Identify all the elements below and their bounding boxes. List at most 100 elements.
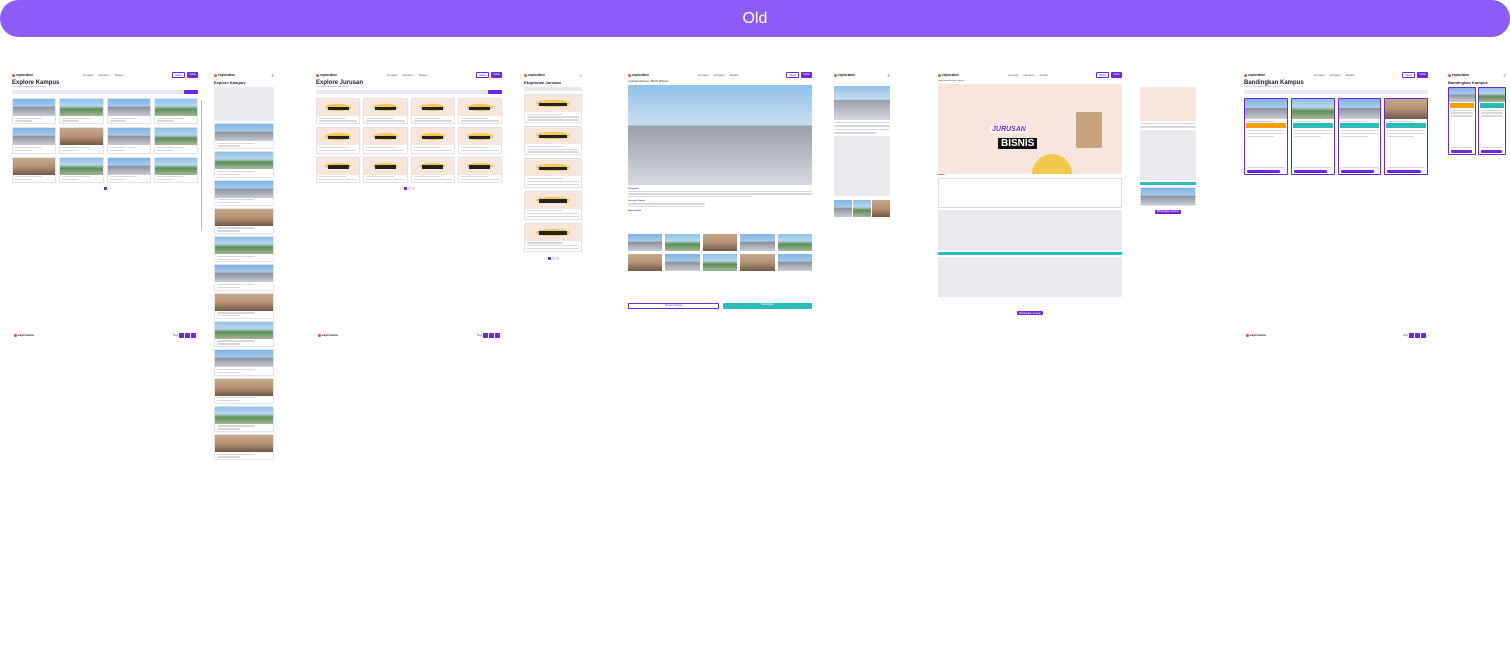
campus-card[interactable]: [214, 349, 274, 376]
page-button[interactable]: [103, 186, 107, 190]
gallery-image[interactable]: [777, 233, 812, 251]
option-button[interactable]: [1386, 123, 1426, 129]
gallery-image[interactable]: [872, 199, 890, 217]
nav-link-kampus[interactable]: Kampus: [713, 73, 724, 77]
major-card[interactable]: [410, 127, 455, 154]
tab-strip[interactable]: [1140, 181, 1196, 185]
nav-link-artikel[interactable]: Artikel: [418, 73, 426, 77]
campus-card[interactable]: [214, 405, 274, 433]
search-input[interactable]: [1244, 90, 1428, 94]
campus-card[interactable]: [106, 156, 151, 183]
search-input[interactable]: [316, 90, 502, 94]
nav-link-kampus[interactable]: Kampus: [1329, 73, 1340, 77]
logo[interactable]: exploration: [1244, 73, 1265, 77]
campus-card[interactable]: [214, 434, 274, 461]
daftar-button[interactable]: Daftar: [491, 72, 502, 78]
instagram-icon[interactable]: [1409, 332, 1414, 338]
filter-panel[interactable]: [214, 87, 274, 121]
daftar-button[interactable]: Daftar: [187, 72, 198, 78]
select-button[interactable]: [1340, 169, 1374, 173]
select-button[interactable]: [1293, 169, 1328, 173]
logo[interactable]: exploration: [12, 73, 33, 77]
campus-card[interactable]: [12, 127, 57, 154]
compare-major-button[interactable]: Bandingkan Jurusan: [1017, 311, 1043, 315]
twitter-icon[interactable]: [1415, 332, 1420, 338]
major-card[interactable]: [316, 127, 361, 154]
logo[interactable]: exploration: [316, 73, 337, 77]
scrollbar[interactable]: [201, 100, 202, 230]
gallery-image[interactable]: [628, 233, 663, 251]
gallery-image[interactable]: [665, 253, 700, 271]
nav-link-jurusan[interactable]: Jurusan: [387, 73, 398, 77]
nav-link-artikel[interactable]: Artikel: [1345, 73, 1353, 77]
faq-link[interactable]: FAQ: [173, 334, 178, 337]
instagram-icon[interactable]: [483, 332, 488, 338]
campus-card[interactable]: [214, 151, 274, 178]
campus-card[interactable]: [1140, 186, 1196, 206]
select-button[interactable]: [1481, 149, 1502, 153]
campus-card[interactable]: [59, 127, 104, 154]
menu-icon[interactable]: ≡: [1504, 73, 1506, 78]
gallery-image[interactable]: [777, 253, 812, 271]
option-button[interactable]: [1480, 103, 1504, 108]
page-button[interactable]: [403, 186, 407, 190]
gallery-image[interactable]: [740, 233, 775, 251]
daftar-button[interactable]: Daftar: [1111, 72, 1122, 78]
menu-icon[interactable]: ≡: [888, 73, 890, 78]
campus-card[interactable]: [12, 156, 57, 183]
nav-link-jurusan[interactable]: Jurusan: [1314, 73, 1325, 77]
save-campus-button[interactable]: Simpan Kampus: [628, 302, 719, 309]
major-card[interactable]: [363, 98, 408, 125]
major-card[interactable]: [457, 156, 502, 183]
daftar-button[interactable]: Daftar: [1417, 72, 1428, 78]
major-card[interactable]: [524, 222, 582, 252]
campus-card[interactable]: [106, 98, 151, 125]
search-button[interactable]: [488, 90, 502, 94]
nav-link-kampus[interactable]: Kampus: [1023, 73, 1034, 77]
campus-card[interactable]: [59, 156, 104, 183]
menu-icon[interactable]: ≡: [580, 73, 582, 78]
logo[interactable]: exploration: [938, 73, 959, 77]
campus-card[interactable]: [214, 377, 274, 404]
twitter-icon[interactable]: [185, 332, 190, 338]
page-button[interactable]: [551, 256, 555, 260]
instagram-icon[interactable]: [179, 332, 184, 338]
select-button[interactable]: [1451, 149, 1472, 153]
logo[interactable]: exploration: [834, 73, 855, 77]
nav-link-kampus[interactable]: Kampus: [402, 73, 413, 77]
page-button[interactable]: [407, 186, 411, 190]
nav-link-jurusan[interactable]: Jurusan: [1008, 73, 1019, 77]
major-card[interactable]: [316, 98, 361, 125]
major-card[interactable]: [363, 156, 408, 183]
logo[interactable]: exploration: [214, 73, 235, 77]
masuk-button[interactable]: Masuk: [1402, 72, 1416, 78]
campus-card[interactable]: [214, 236, 274, 263]
gallery-image[interactable]: [628, 253, 663, 271]
youtube-icon[interactable]: [191, 332, 196, 338]
major-card[interactable]: [363, 127, 408, 154]
major-card[interactable]: [457, 98, 502, 125]
page-button[interactable]: [547, 256, 551, 260]
page-button[interactable]: [411, 186, 415, 190]
search-button[interactable]: [184, 90, 198, 94]
campus-card[interactable]: [214, 123, 274, 150]
campus-card[interactable]: [214, 320, 274, 348]
campus-card[interactable]: [59, 98, 104, 125]
masuk-button[interactable]: Masuk: [172, 72, 186, 78]
nav-link-artikel[interactable]: Artikel: [114, 73, 122, 77]
major-card[interactable]: [524, 126, 582, 156]
nav-link-artikel[interactable]: Artikel: [729, 73, 737, 77]
gallery-image[interactable]: [853, 199, 871, 217]
nav-link-jurusan[interactable]: Jurusan: [83, 73, 94, 77]
tab-strip[interactable]: [938, 252, 1122, 255]
search-input[interactable]: [524, 87, 582, 91]
faq-link[interactable]: FAQ: [477, 334, 482, 337]
page-button[interactable]: [555, 256, 559, 260]
search-input[interactable]: [12, 90, 198, 94]
gallery-image[interactable]: [740, 253, 775, 271]
campus-card[interactable]: [214, 292, 274, 319]
gallery-image[interactable]: [702, 233, 738, 251]
campus-card[interactable]: [12, 98, 57, 125]
option-button[interactable]: [1339, 123, 1380, 129]
major-card[interactable]: [524, 190, 582, 220]
